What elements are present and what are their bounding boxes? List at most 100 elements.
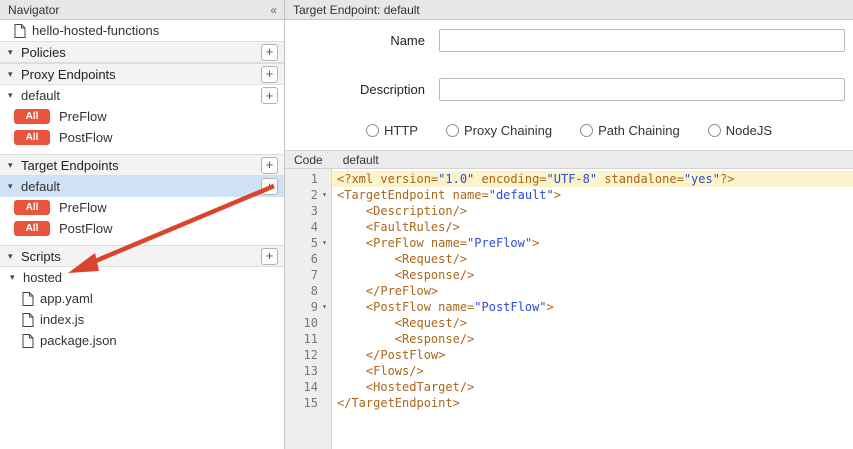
code-line[interactable]: <Request/> xyxy=(332,251,853,267)
radio-proxy-chaining[interactable]: Proxy Chaining xyxy=(446,123,552,138)
fold-toggle-icon[interactable]: ▾ xyxy=(318,187,331,203)
navigator-panel: Navigator « hello-hosted-functions ▾ Pol… xyxy=(0,0,285,449)
line-number: 12 xyxy=(285,347,331,363)
file-icon xyxy=(22,313,34,327)
expander-icon[interactable]: ▾ xyxy=(10,272,23,283)
file-icon xyxy=(22,334,34,348)
expander-icon[interactable]: ▾ xyxy=(8,90,21,101)
code-line[interactable]: <Response/> xyxy=(332,267,853,283)
section-label: Proxy Endpoints xyxy=(21,67,116,82)
radio-label: Path Chaining xyxy=(598,123,680,138)
proxy-endpoint-default[interactable]: ▾ default + xyxy=(0,85,284,106)
line-number: 10 xyxy=(285,315,331,331)
section-target-endpoints[interactable]: ▾ Target Endpoints + xyxy=(0,154,284,176)
name-label: Name xyxy=(285,33,425,48)
radio-label: Proxy Chaining xyxy=(464,123,552,138)
radio-label: NodeJS xyxy=(726,123,772,138)
expander-icon[interactable]: ▾ xyxy=(8,251,21,262)
name-input[interactable] xyxy=(439,29,845,52)
radio-icon[interactable] xyxy=(446,124,459,137)
fold-toggle-icon[interactable]: ▾ xyxy=(318,299,331,315)
line-number: 15 xyxy=(285,395,331,411)
script-file-index-js[interactable]: index.js xyxy=(0,309,284,330)
line-number: 8 xyxy=(285,283,331,299)
code-editor[interactable]: 12▾345▾6789▾101112131415 <?xml version="… xyxy=(285,169,853,449)
code-line[interactable]: <PostFlow name="PostFlow"> xyxy=(332,299,853,315)
line-number: 9▾ xyxy=(285,299,331,315)
collapse-panel-icon[interactable]: « xyxy=(270,3,276,17)
code-line[interactable]: </PostFlow> xyxy=(332,347,853,363)
add-proxy-flow-button[interactable]: + xyxy=(261,87,278,104)
target-preflow-item[interactable]: All PreFlow xyxy=(0,197,284,218)
radio-icon[interactable] xyxy=(366,124,379,137)
add-target-flow-button[interactable]: + xyxy=(261,178,278,195)
condition-badge: All xyxy=(14,109,50,124)
section-scripts[interactable]: ▾ Scripts + xyxy=(0,245,284,267)
scripts-folder-hosted[interactable]: ▾ hosted xyxy=(0,267,284,288)
section-proxy-endpoints[interactable]: ▾ Proxy Endpoints + xyxy=(0,63,284,85)
code-line[interactable]: </PreFlow> xyxy=(332,283,853,299)
line-number: 14 xyxy=(285,379,331,395)
radio-icon[interactable] xyxy=(708,124,721,137)
script-file-app-yaml[interactable]: app.yaml xyxy=(0,288,284,309)
navigator-header: Navigator « xyxy=(0,0,284,20)
expander-icon[interactable]: ▾ xyxy=(8,160,21,171)
code-line[interactable]: <PreFlow name="PreFlow"> xyxy=(332,235,853,251)
tree-item-label: hello-hosted-functions xyxy=(32,23,159,38)
radio-path-chaining[interactable]: Path Chaining xyxy=(580,123,680,138)
code-line[interactable]: <TargetEndpoint name="default"> xyxy=(332,187,853,203)
description-label: Description xyxy=(285,82,425,97)
code-line[interactable]: <?xml version="1.0" encoding="UTF-8" sta… xyxy=(332,171,853,187)
code-line[interactable]: <Description/> xyxy=(332,203,853,219)
line-number: 11 xyxy=(285,331,331,347)
target-postflow-item[interactable]: All PostFlow xyxy=(0,218,284,239)
code-line[interactable]: <HostedTarget/> xyxy=(332,379,853,395)
section-policies[interactable]: ▾ Policies + xyxy=(0,41,284,63)
add-proxy-endpoint-button[interactable]: + xyxy=(261,66,278,83)
add-policy-button[interactable]: + xyxy=(261,44,278,61)
code-text-area[interactable]: <?xml version="1.0" encoding="UTF-8" sta… xyxy=(332,169,853,449)
line-number: 5▾ xyxy=(285,235,331,251)
script-file-package-json[interactable]: package.json xyxy=(0,330,284,351)
expander-icon[interactable]: ▾ xyxy=(8,181,21,192)
proxy-postflow-item[interactable]: All PostFlow xyxy=(0,127,284,148)
code-line[interactable]: <Flows/> xyxy=(332,363,853,379)
code-header-bar: Code default xyxy=(285,150,853,169)
code-line[interactable]: </TargetEndpoint> xyxy=(332,395,853,411)
file-label: app.yaml xyxy=(40,291,93,306)
fold-toggle-icon[interactable]: ▾ xyxy=(318,235,331,251)
expander-icon[interactable]: ▾ xyxy=(8,69,21,80)
description-input[interactable] xyxy=(439,78,845,101)
endpoint-type-options: HTTP Proxy Chaining Path Chaining NodeJS xyxy=(285,123,853,138)
condition-badge: All xyxy=(14,221,50,236)
flow-label: PreFlow xyxy=(59,109,107,124)
detail-title: Target Endpoint: default xyxy=(293,3,420,17)
line-number: 4 xyxy=(285,219,331,235)
detail-panel: Target Endpoint: default Name Descriptio… xyxy=(285,0,853,449)
condition-badge: All xyxy=(14,200,50,215)
target-endpoint-default[interactable]: ▾ default + xyxy=(0,176,284,197)
code-line[interactable]: <FaultRules/> xyxy=(332,219,853,235)
endpoint-label: default xyxy=(21,88,60,103)
code-line[interactable]: <Request/> xyxy=(332,315,853,331)
code-line[interactable]: <Response/> xyxy=(332,331,853,347)
add-script-button[interactable]: + xyxy=(261,248,278,265)
code-tab[interactable]: Code xyxy=(294,153,323,167)
radio-nodejs[interactable]: NodeJS xyxy=(708,123,772,138)
tree-item-proxy-root[interactable]: hello-hosted-functions xyxy=(0,20,284,41)
radio-http[interactable]: HTTP xyxy=(366,123,418,138)
proxy-preflow-item[interactable]: All PreFlow xyxy=(0,106,284,127)
description-row: Description xyxy=(285,78,845,101)
condition-badge: All xyxy=(14,130,50,145)
name-row: Name xyxy=(285,29,845,52)
line-number: 3 xyxy=(285,203,331,219)
expander-icon[interactable]: ▾ xyxy=(8,47,21,58)
section-label: Target Endpoints xyxy=(21,158,119,173)
section-label: Scripts xyxy=(21,249,61,264)
add-target-endpoint-button[interactable]: + xyxy=(261,157,278,174)
radio-icon[interactable] xyxy=(580,124,593,137)
navigator-title: Navigator xyxy=(8,3,59,17)
file-icon xyxy=(22,292,34,306)
line-number: 2▾ xyxy=(285,187,331,203)
file-label: package.json xyxy=(40,333,117,348)
